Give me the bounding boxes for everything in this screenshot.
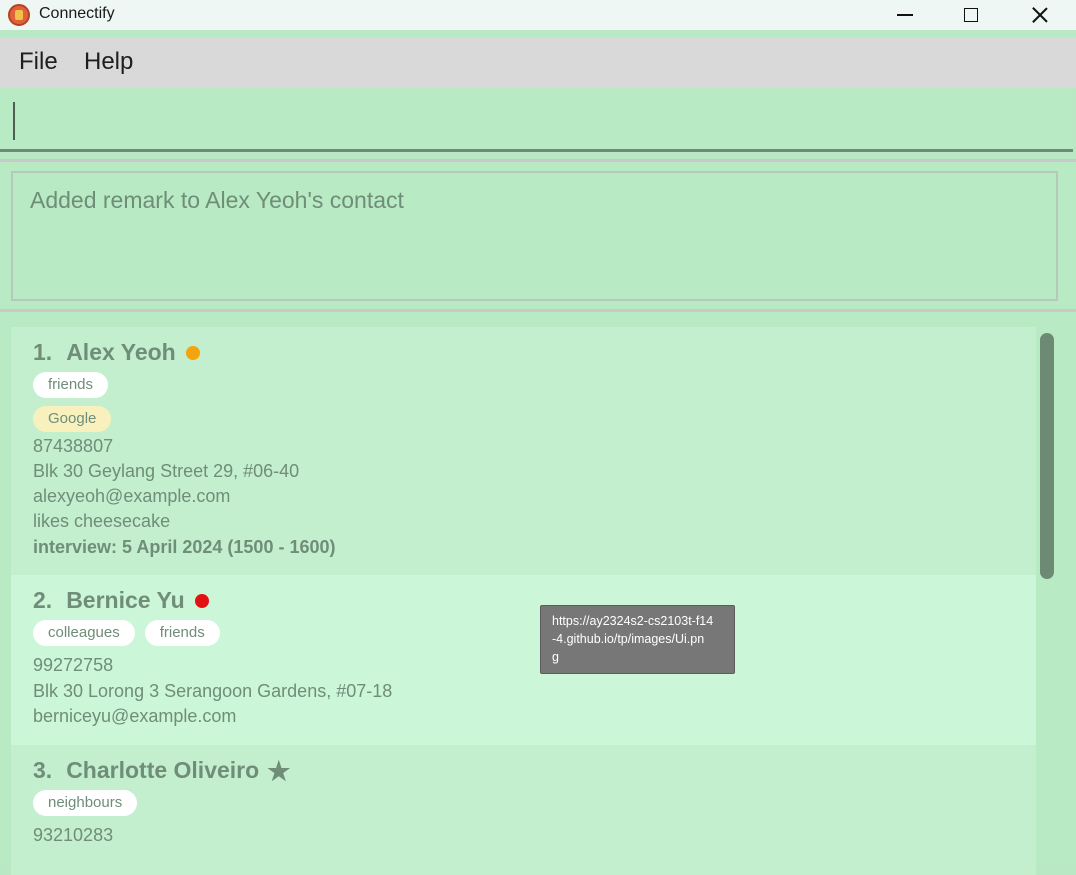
tag-list: neighbours xyxy=(33,790,147,816)
status-dot-icon xyxy=(185,345,200,360)
person-phone: 93210283 xyxy=(33,825,114,845)
tooltip-line: g xyxy=(552,650,559,664)
person-phone: 99272758 xyxy=(33,655,114,675)
person-address: Blk 30 Lorong 3 Serangoon Gardens, #07-1… xyxy=(33,681,393,701)
person-address: Blk 30 Geylang Street 29, #06-40 xyxy=(33,461,300,481)
tag: neighbours xyxy=(33,790,138,816)
close-button[interactable] xyxy=(1006,0,1074,30)
window-title: Connectify xyxy=(39,5,115,22)
person-list[interactable]: 1. Alex Yeoh friends Google 87438807 Blk… xyxy=(0,312,1076,875)
tag-list: friends xyxy=(33,372,118,398)
tag: friends xyxy=(33,372,109,398)
status-dot-icon xyxy=(194,593,209,608)
person-email: alexyeoh@example.com xyxy=(33,486,231,506)
title-bar: Connectify xyxy=(0,0,1076,30)
person-name: Alex Yeoh xyxy=(66,339,176,365)
tooltip-line: https://ay2324s2-cs2103t-f14 xyxy=(552,614,714,628)
menu-file[interactable]: File xyxy=(19,48,58,76)
result-display[interactable]: Added remark to Alex Yeoh's contact xyxy=(11,171,1058,301)
app-logo-icon xyxy=(8,4,30,26)
person-name: Bernice Yu xyxy=(66,587,185,613)
person-remark: likes cheesecake xyxy=(33,511,171,531)
maximize-icon xyxy=(964,8,978,22)
person-name-row: 2. Bernice Yu xyxy=(33,587,209,614)
person-index: 1. xyxy=(33,339,53,365)
menu-help[interactable]: Help xyxy=(84,48,133,76)
command-input[interactable] xyxy=(0,89,1073,152)
tag: colleagues xyxy=(33,620,135,646)
person-index: 2. xyxy=(33,587,53,613)
person-name: Charlotte Oliveiro xyxy=(66,757,260,783)
person-index: 3. xyxy=(33,757,53,783)
person-email: berniceyu@example.com xyxy=(33,706,237,726)
scrollbar-thumb[interactable] xyxy=(1040,333,1054,579)
tooltip-line: -4.github.io/tp/images/Ui.pn xyxy=(552,632,705,646)
person-phone: 87438807 xyxy=(33,436,114,456)
person-name-row: 1. Alex Yeoh xyxy=(33,339,200,366)
maximize-button[interactable] xyxy=(937,0,1005,30)
person-card[interactable]: 2. Bernice Yu colleagues friends 9927275… xyxy=(11,575,1036,745)
company-tag: Google xyxy=(33,406,112,432)
star-icon: ★ xyxy=(267,755,291,786)
result-panel: Added remark to Alex Yeoh's contact xyxy=(0,162,1076,310)
result-message: Added remark to Alex Yeoh's contact xyxy=(30,187,404,213)
tag-list: colleagues friends xyxy=(33,620,230,646)
tag: friends xyxy=(144,620,220,646)
person-interview: interview: 5 April 2024 (1500 - 1600) xyxy=(33,537,336,557)
text-caret xyxy=(13,102,15,140)
url-tooltip: https://ay2324s2-cs2103t-f14 -4.github.i… xyxy=(540,605,735,674)
person-card[interactable]: 1. Alex Yeoh friends Google 87438807 Blk… xyxy=(11,327,1036,575)
person-name-row: 3. Charlotte Oliveiro ★ xyxy=(33,757,290,784)
minimize-icon xyxy=(897,14,913,16)
company-tag-list: Google xyxy=(33,406,121,432)
close-icon xyxy=(1031,6,1049,24)
minimize-button[interactable] xyxy=(871,0,939,30)
person-card[interactable]: 3. Charlotte Oliveiro ★ neighbours 93210… xyxy=(11,745,1036,875)
menu-bar: File Help xyxy=(0,37,1076,88)
